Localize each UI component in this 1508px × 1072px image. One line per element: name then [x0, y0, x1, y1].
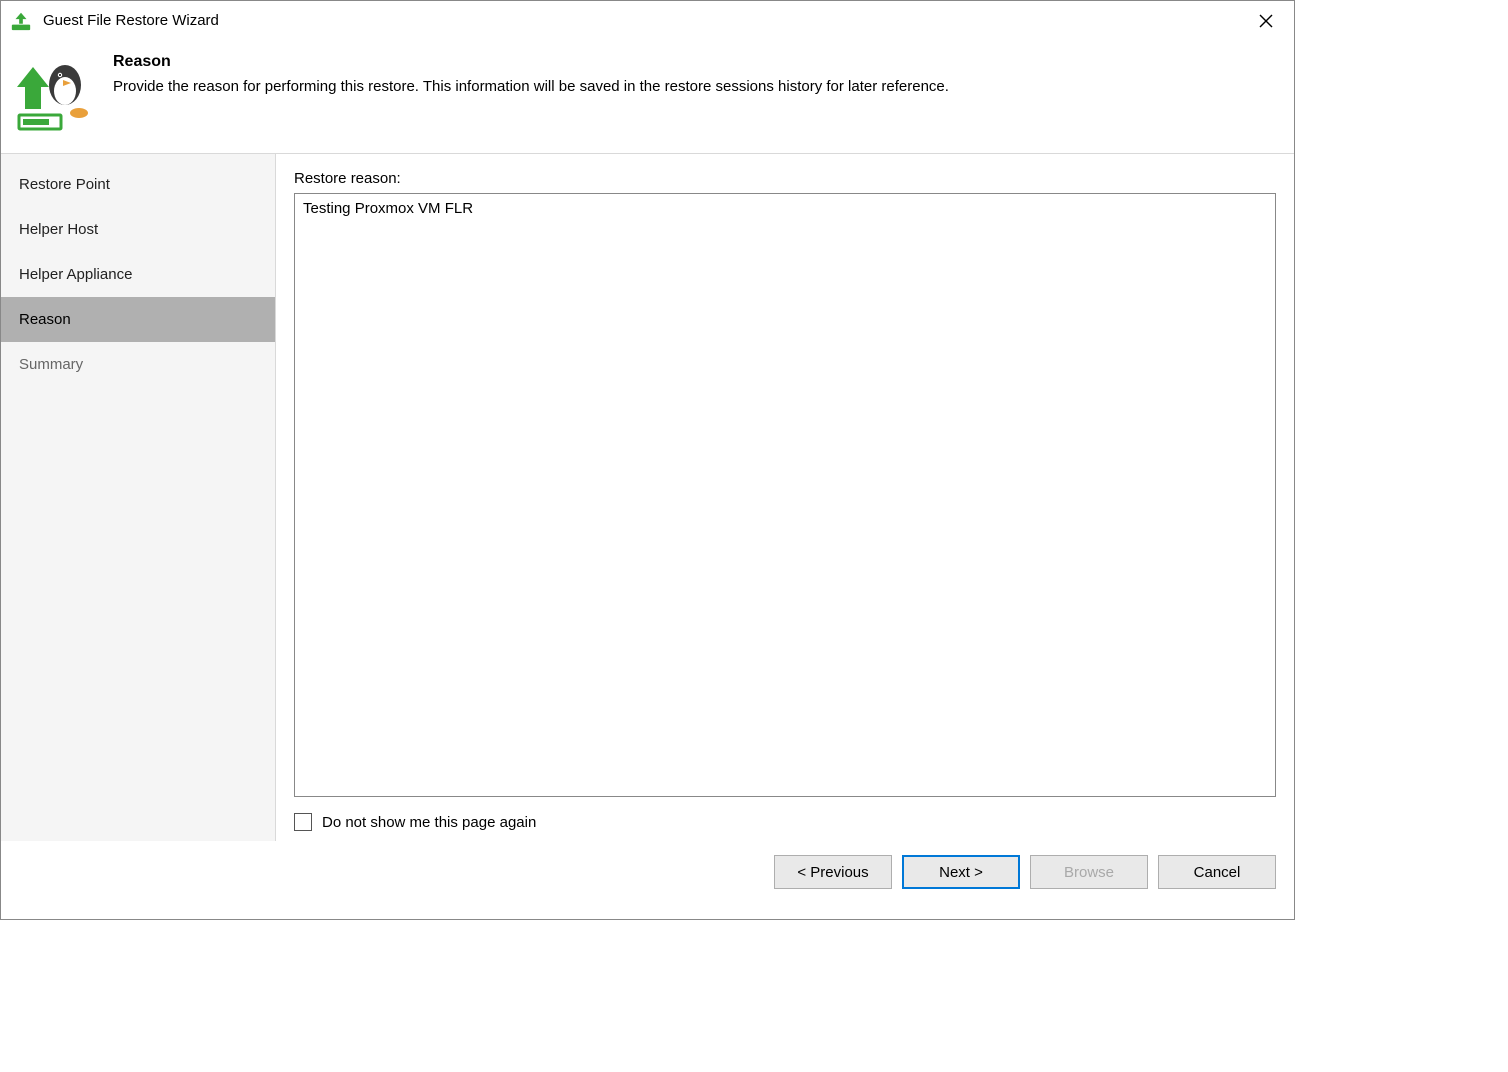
reason-label: Restore reason: [294, 170, 1276, 187]
sidebar-item-summary[interactable]: Summary [1, 342, 275, 387]
sidebar-item-helper-appliance[interactable]: Helper Appliance [1, 252, 275, 297]
dont-show-checkbox[interactable] [294, 813, 312, 831]
sidebar-item-label: Summary [19, 356, 83, 373]
titlebar: Guest File Restore Wizard [1, 1, 1294, 41]
wizard-footer: < Previous Next > Browse Cancel [1, 841, 1294, 903]
sidebar-item-label: Helper Appliance [19, 266, 132, 283]
wizard-header: Reason Provide the reason for performing… [1, 41, 1294, 153]
wizard-sidebar: Restore Point Helper Host Helper Applian… [1, 154, 276, 841]
header-heading: Reason [113, 53, 949, 71]
sidebar-item-label: Restore Point [19, 176, 110, 193]
reason-input[interactable] [294, 193, 1276, 797]
cancel-button[interactable]: Cancel [1158, 855, 1276, 889]
previous-button[interactable]: < Previous [774, 855, 892, 889]
wizard-main: Restore reason: Do not show me this page… [276, 154, 1294, 841]
wizard-header-icon [13, 53, 95, 135]
sidebar-item-reason[interactable]: Reason [1, 297, 275, 342]
browse-button: Browse [1030, 855, 1148, 889]
sidebar-item-label: Helper Host [19, 221, 98, 238]
sidebar-item-restore-point[interactable]: Restore Point [1, 162, 275, 207]
window-title: Guest File Restore Wizard [43, 12, 1246, 29]
close-icon[interactable] [1246, 1, 1286, 41]
sidebar-item-helper-host[interactable]: Helper Host [1, 207, 275, 252]
dont-show-label: Do not show me this page again [322, 814, 536, 831]
sidebar-item-label: Reason [19, 311, 71, 328]
header-subtext: Provide the reason for performing this r… [113, 77, 949, 97]
app-icon [9, 9, 33, 33]
next-button[interactable]: Next > [902, 855, 1020, 889]
